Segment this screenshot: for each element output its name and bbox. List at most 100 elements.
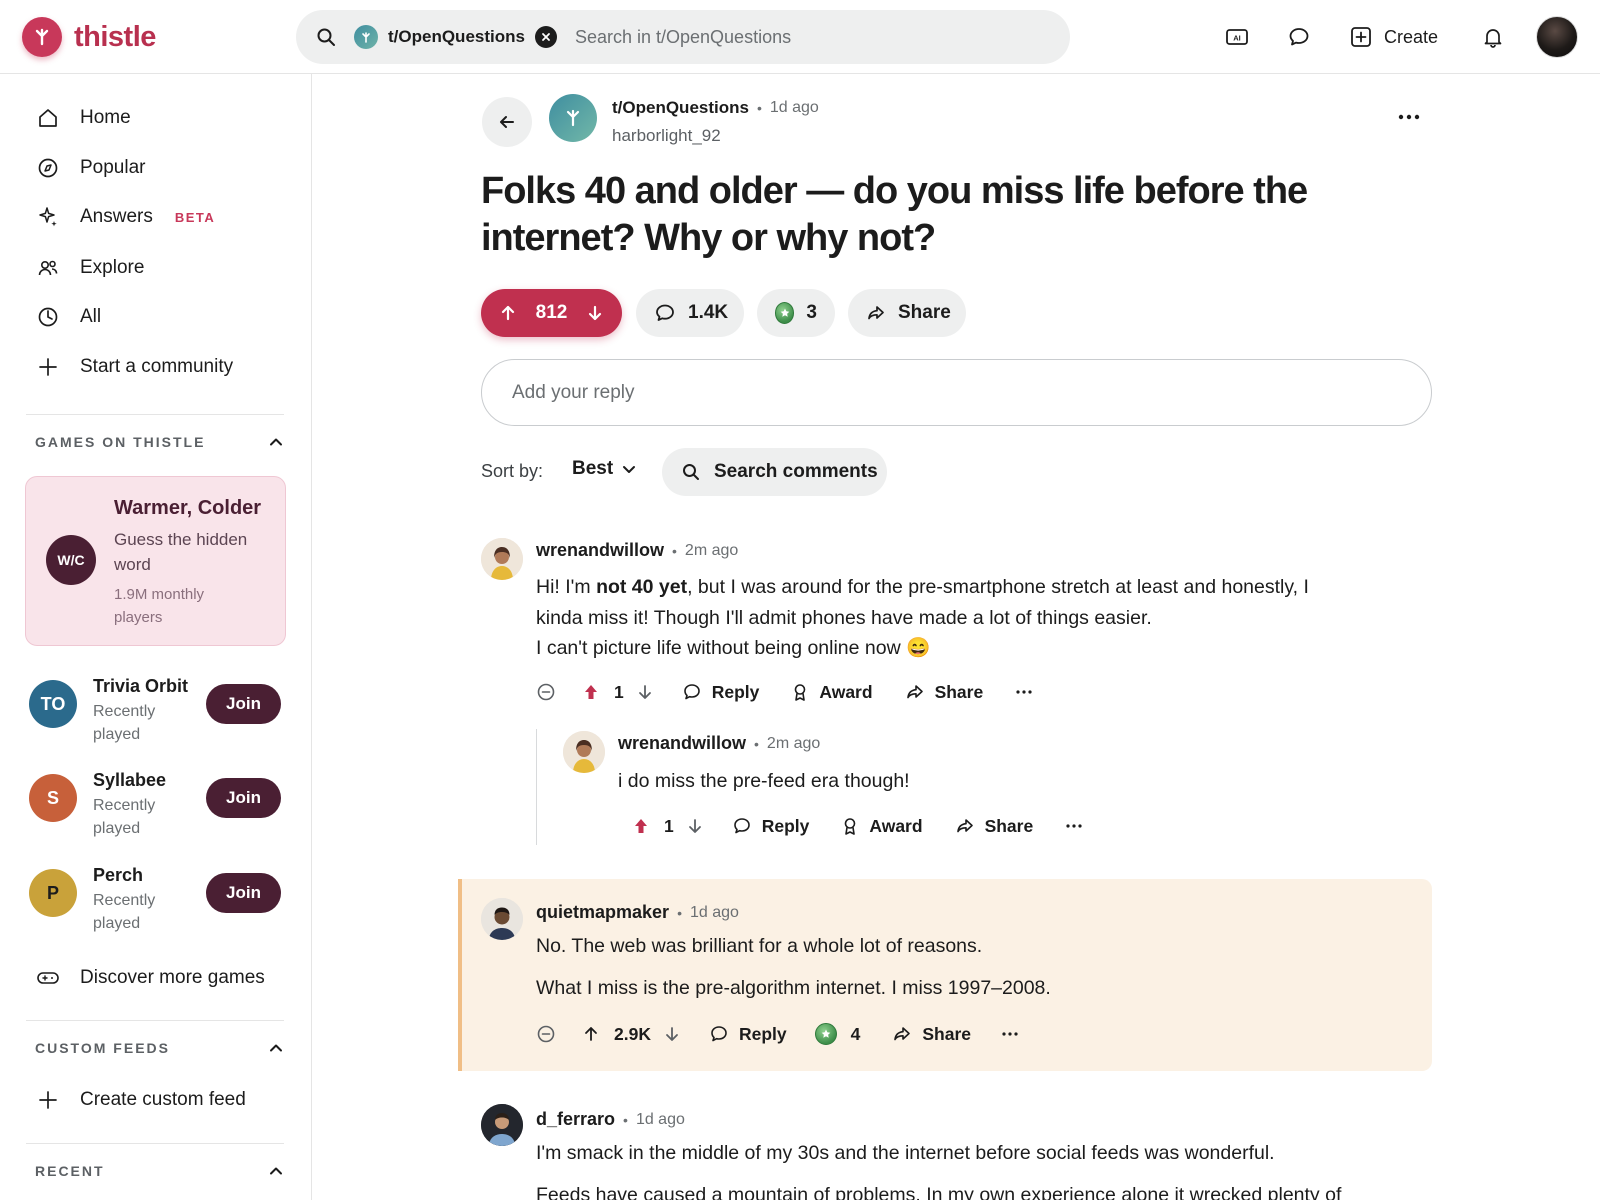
- notifications-bell-icon[interactable]: [1478, 22, 1508, 52]
- comment-body: No. The web was brilliant for a whole lo…: [536, 931, 1336, 1003]
- award-count-button[interactable]: 3: [757, 289, 835, 337]
- comment-username[interactable]: wrenandwillow: [536, 540, 664, 561]
- commenter-avatar[interactable]: [481, 898, 523, 940]
- reply-button[interactable]: Reply: [682, 681, 760, 703]
- join-button[interactable]: Join: [206, 873, 281, 913]
- plus-icon: [36, 1088, 60, 1112]
- game-row[interactable]: TO Trivia Orbit Recently played Join: [29, 676, 285, 746]
- search-scope-chip[interactable]: t/OpenQuestions: [354, 19, 557, 55]
- join-button[interactable]: Join: [206, 778, 281, 818]
- discover-games-link[interactable]: Discover more games: [36, 963, 265, 993]
- commenter-avatar[interactable]: [563, 731, 605, 773]
- chevron-up-icon[interactable]: [267, 433, 285, 451]
- search-input[interactable]: Search in t/OpenQuestions: [575, 27, 791, 48]
- search-comments-button[interactable]: Search comments: [662, 448, 887, 496]
- share-button[interactable]: Share: [905, 682, 983, 703]
- create-button[interactable]: Create: [1350, 20, 1438, 54]
- reply-input[interactable]: Add your reply: [481, 359, 1432, 426]
- comments-count-button[interactable]: 1.4K: [636, 289, 744, 337]
- collapse-thread-icon[interactable]: [536, 682, 556, 702]
- nav-start-community[interactable]: Start a community: [36, 352, 233, 382]
- upvote-filled-icon[interactable]: [582, 683, 600, 701]
- upvote-arrow-icon[interactable]: [582, 1025, 600, 1043]
- comment-body: I'm smack in the middle of my 30s and th…: [536, 1138, 1396, 1200]
- share-button[interactable]: Share: [848, 289, 966, 337]
- search-icon: [682, 463, 700, 481]
- more-options-icon[interactable]: [1065, 823, 1083, 829]
- nav-all[interactable]: All: [36, 302, 101, 332]
- comment-paragraph: Feeds have caused a mountain of problems…: [536, 1183, 1342, 1200]
- featured-game-card[interactable]: W/C Warmer, Colder Guess the hidden word…: [25, 476, 286, 646]
- reply-label: Reply: [711, 681, 760, 702]
- more-options-icon[interactable]: [1015, 689, 1033, 695]
- separator-dot: •: [677, 904, 682, 921]
- comment-score: 1: [614, 681, 624, 702]
- comment-username[interactable]: d_ferraro: [536, 1109, 615, 1130]
- nav-answers[interactable]: Answers BETA: [36, 202, 215, 232]
- sort-label: Sort by:: [481, 461, 544, 481]
- downvote-arrow-icon[interactable]: [586, 304, 604, 322]
- award-button[interactable]: Award: [791, 682, 873, 703]
- award-count-button[interactable]: 4: [814, 1023, 860, 1045]
- commenter-avatar[interactable]: [481, 538, 523, 580]
- sidebar-divider: [26, 1143, 284, 1144]
- comment-username[interactable]: wrenandwillow: [618, 733, 746, 754]
- post-author-link[interactable]: harborlight_92: [612, 126, 721, 146]
- chevron-up-icon[interactable]: [267, 1162, 285, 1180]
- left-sidebar: Home Popular Answers BETA Explore All St…: [0, 74, 312, 1200]
- back-button[interactable]: [482, 97, 532, 147]
- nav-popular[interactable]: Popular: [36, 153, 146, 183]
- downvote-arrow-icon[interactable]: [686, 817, 704, 835]
- game-avatar: W/C: [46, 535, 96, 585]
- comment-time: 1d ago: [635, 1110, 685, 1128]
- thread-line[interactable]: [536, 729, 537, 845]
- community-avatar[interactable]: [549, 94, 597, 142]
- comment-username[interactable]: quietmapmaker: [536, 902, 669, 923]
- logo[interactable]: thistle: [22, 17, 156, 57]
- custom-feeds-header[interactable]: CUSTOM FEEDS: [35, 1036, 285, 1060]
- create-custom-feed[interactable]: Create custom feed: [36, 1085, 246, 1115]
- post-vote-control: 812: [481, 289, 622, 337]
- comment-text: Hi! I'm: [536, 576, 597, 598]
- separator-dot: •: [754, 735, 759, 752]
- share-arrow-icon: [894, 1027, 911, 1041]
- sort-dropdown[interactable]: Best: [572, 458, 637, 480]
- more-options-icon[interactable]: [1001, 1031, 1019, 1037]
- comment-time: 1d ago: [689, 903, 739, 921]
- nav-home[interactable]: Home: [36, 103, 131, 133]
- clear-scope-icon[interactable]: [534, 26, 557, 48]
- commenter-avatar[interactable]: [481, 1104, 523, 1146]
- upvote-arrow-icon[interactable]: [499, 304, 517, 322]
- award-ribbon-icon: [845, 818, 856, 835]
- community-name-link[interactable]: t/OpenQuestions: [612, 98, 749, 118]
- reply-label: Reply: [738, 1023, 787, 1044]
- collapse-thread-icon[interactable]: [536, 1024, 556, 1044]
- ai-answers-icon[interactable]: AI: [1222, 22, 1252, 52]
- reply-button[interactable]: Reply: [709, 1024, 787, 1045]
- share-button[interactable]: Share: [892, 1024, 971, 1045]
- search-bar[interactable]: t/OpenQuestions Search in t/OpenQuestion…: [296, 10, 1070, 64]
- upvote-filled-icon[interactable]: [632, 817, 650, 835]
- comment-time: 2m ago: [684, 541, 739, 559]
- downvote-arrow-icon[interactable]: [636, 683, 654, 701]
- share-button[interactable]: Share: [955, 816, 1033, 837]
- user-avatar[interactable]: [1536, 16, 1578, 58]
- chat-icon[interactable]: [1284, 22, 1314, 52]
- recent-title: RECENT: [35, 1163, 105, 1179]
- game-title: Warmer, Colder: [114, 497, 262, 519]
- nav-explore[interactable]: Explore: [36, 253, 144, 283]
- award-button[interactable]: Award: [841, 816, 923, 837]
- games-section-header[interactable]: GAMES ON THISTLE: [35, 430, 285, 454]
- game-avatar: P: [29, 869, 77, 917]
- game-row[interactable]: P Perch Recently played Join: [29, 865, 285, 935]
- downvote-arrow-icon[interactable]: [663, 1025, 681, 1043]
- comment-actions: 2.9K Reply 4 Share: [536, 1019, 1019, 1049]
- game-row[interactable]: S Syllabee Recently played Join: [29, 770, 285, 840]
- recent-header[interactable]: RECENT: [35, 1159, 285, 1183]
- join-button[interactable]: Join: [206, 684, 281, 724]
- post-more-options-icon[interactable]: [1394, 104, 1424, 130]
- chevron-up-icon[interactable]: [267, 1039, 285, 1057]
- post-time: 1d ago: [769, 99, 819, 116]
- reply-button[interactable]: Reply: [732, 816, 809, 837]
- post-meta: t/OpenQuestions • 1d ago: [612, 98, 819, 118]
